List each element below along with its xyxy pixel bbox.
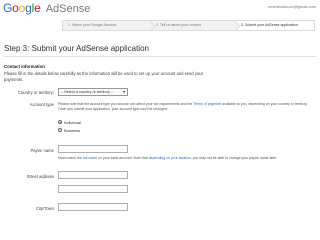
- country-label: Country or territory:: [17, 90, 54, 95]
- step-1: 1. Select your Google Account: [62, 20, 156, 32]
- user-email[interactable]: newdevstouch@gmail.com: [268, 4, 316, 9]
- google-adsense-logo[interactable]: Google AdSense: [3, 1, 90, 15]
- logo-google-text: Google: [3, 1, 41, 15]
- account-type-help-text: Please note that the account type you ch…: [58, 102, 193, 106]
- full-name-link[interactable]: full name: [83, 156, 97, 160]
- app-header: Google AdSense newdevstouch@gmail.com: [0, 0, 320, 17]
- payee-help-text-2: on your bank account. Note that: [98, 156, 148, 160]
- chevron-down-icon: ▾: [122, 89, 125, 94]
- payee-name-label: Payee name: [30, 148, 54, 153]
- business-radio[interactable]: [58, 128, 62, 132]
- payee-help-text-1: Must match the: [58, 156, 82, 160]
- city-input[interactable]: [58, 203, 128, 211]
- step-progress: 1. Select your Google Account 2. Tell us…: [62, 20, 315, 32]
- individual-radio[interactable]: [58, 120, 62, 124]
- street-address-line2-input[interactable]: [58, 185, 128, 193]
- street-address-label: Street address: [26, 174, 54, 179]
- business-label: Business: [64, 127, 81, 133]
- step-2: 2. Tell us about your content: [150, 20, 241, 32]
- step-2-label: 2. Tell us about your content: [156, 23, 201, 27]
- payee-name-input[interactable]: [58, 145, 128, 153]
- intro-text: Please fill in the details below careful…: [4, 71, 204, 82]
- account-type-help: Please note that the account type you ch…: [58, 102, 316, 112]
- step-3-current: 3. Submit your AdSense application: [235, 20, 315, 31]
- terms-of-payment-link[interactable]: Terms of payment: [193, 102, 221, 106]
- title-divider: [4, 56, 316, 57]
- location-link[interactable]: depending on your location: [149, 156, 191, 160]
- city-label: City/Town: [35, 206, 54, 211]
- step-3-label: 3. Submit your AdSense application: [241, 23, 298, 27]
- section-title: Contact information: [4, 64, 45, 69]
- payee-help-text-3: , you may not be able to change your pay…: [190, 156, 278, 160]
- step-1-label: 1. Select your Google Account: [68, 23, 117, 27]
- logo-product-text: AdSense: [45, 3, 91, 15]
- individual-label: Individual: [64, 119, 81, 125]
- street-address-input[interactable]: [58, 171, 128, 179]
- account-type-label: Account type: [29, 102, 54, 107]
- payee-help: Must match the full name on your bank ac…: [58, 156, 316, 161]
- page-title: Step 3: Submit your AdSense application: [4, 44, 149, 53]
- country-select[interactable]: – Select a country or territory – ▾: [58, 88, 128, 96]
- country-select-value: – Select a country or territory –: [61, 90, 113, 94]
